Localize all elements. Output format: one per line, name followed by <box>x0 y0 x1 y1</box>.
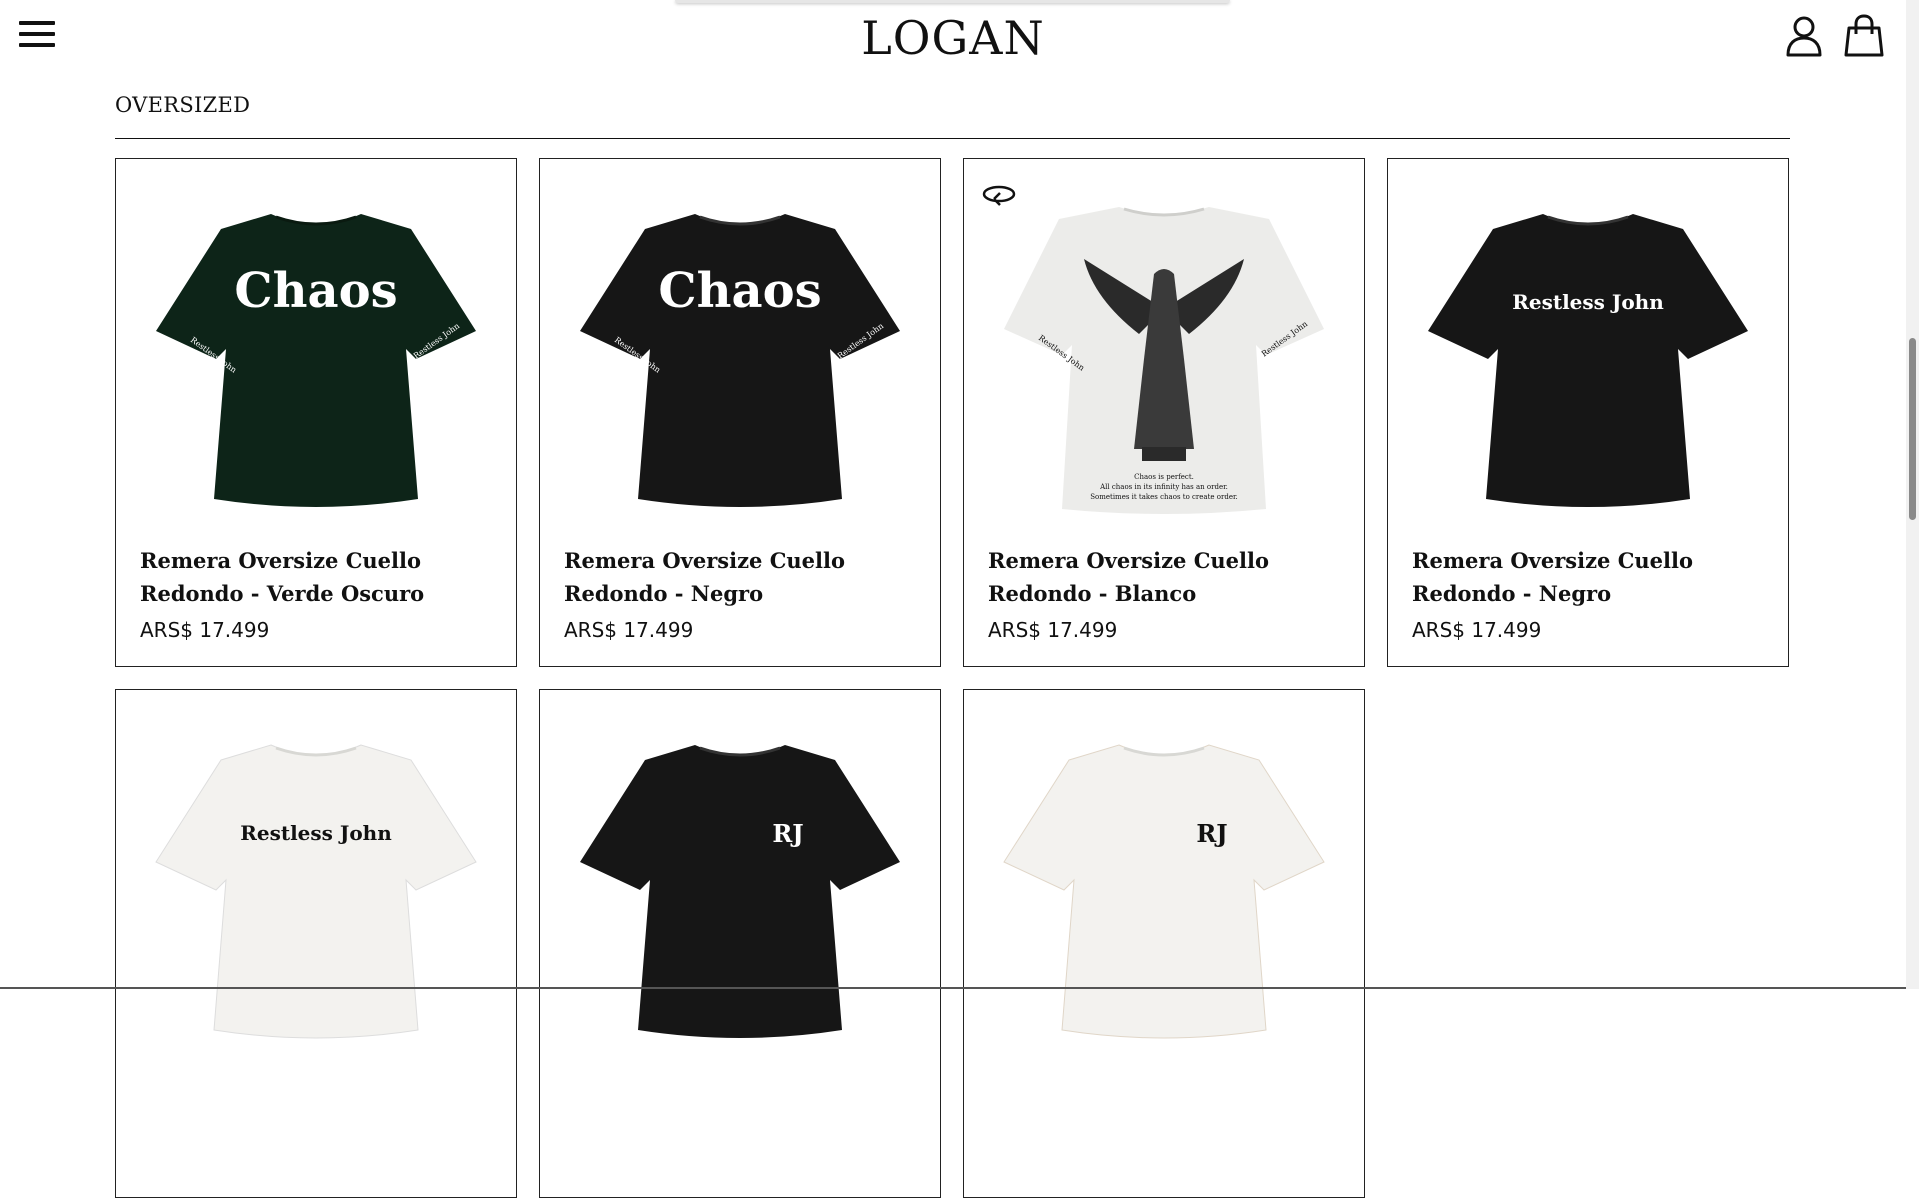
user-icon[interactable] <box>1783 14 1825 58</box>
shirt-print: Chaos <box>234 263 397 319</box>
shopping-bag-icon[interactable] <box>1843 14 1885 58</box>
product-image: Restless John <box>155 744 477 1039</box>
svg-text:All chaos in its infinity has: All chaos in its infinity has an order. <box>1099 483 1228 491</box>
product-price: ARS$ 17.499 <box>564 618 694 642</box>
product-name[interactable]: Remera Oversize Cuello Redondo - Verde O… <box>140 544 498 610</box>
svg-text:Sometimes it takes chaos to cr: Sometimes it takes chaos to create order… <box>1090 493 1238 501</box>
product-image: Chaos is perfect. All chaos in its infin… <box>1004 207 1324 514</box>
product-name[interactable]: Remera Oversize Cuello Redondo - Negro <box>1412 544 1770 610</box>
product-card[interactable]: Restless John Remera Oversize Cuello Red… <box>1387 158 1789 667</box>
product-image: Chaos Restless John Restless John <box>580 214 900 507</box>
product-card[interactable]: Chaos Restless John Restless John Remera… <box>115 158 517 667</box>
shirt-print: RJ <box>772 819 803 848</box>
product-card[interactable]: Chaos Restless John Restless John Remera… <box>539 158 941 667</box>
product-price: ARS$ 17.499 <box>140 618 270 642</box>
section-title: OVERSIZED <box>115 93 251 117</box>
svg-text:Chaos is perfect.: Chaos is perfect. <box>1134 473 1194 481</box>
product-card[interactable]: RJ <box>539 689 941 1198</box>
product-name[interactable]: Remera Oversize Cuello Redondo - Blanco <box>988 544 1346 610</box>
site-logo: LOGAN <box>0 10 1906 66</box>
product-card[interactable]: RJ <box>963 689 1365 1198</box>
shirt-print: Chaos <box>658 263 821 319</box>
product-name[interactable]: Remera Oversize Cuello Redondo - Negro <box>564 544 922 610</box>
product-card[interactable]: Restless John <box>115 689 517 1198</box>
shirt-print: Restless John <box>1512 290 1664 314</box>
scrollbar-thumb[interactable] <box>1909 338 1916 520</box>
product-image: RJ <box>580 745 900 1038</box>
page-scrollbar[interactable] <box>1906 0 1919 989</box>
logo-text[interactable]: LOGAN <box>861 11 1044 65</box>
product-price: ARS$ 17.499 <box>988 618 1118 642</box>
section-divider <box>115 138 1790 139</box>
hamburger-menu-icon[interactable] <box>19 21 55 53</box>
product-image: Restless John <box>1428 214 1748 507</box>
shirt-print: Restless John <box>240 821 392 845</box>
product-image: RJ <box>1003 744 1325 1039</box>
product-price: ARS$ 17.499 <box>1412 618 1542 642</box>
rotate-360-icon[interactable] <box>982 183 1016 207</box>
shirt-print: RJ <box>1196 819 1227 848</box>
product-image: Chaos Restless John Restless John <box>156 214 476 507</box>
site-header: LOGAN <box>0 0 1906 74</box>
product-card[interactable]: Chaos is perfect. All chaos in its infin… <box>963 158 1365 667</box>
